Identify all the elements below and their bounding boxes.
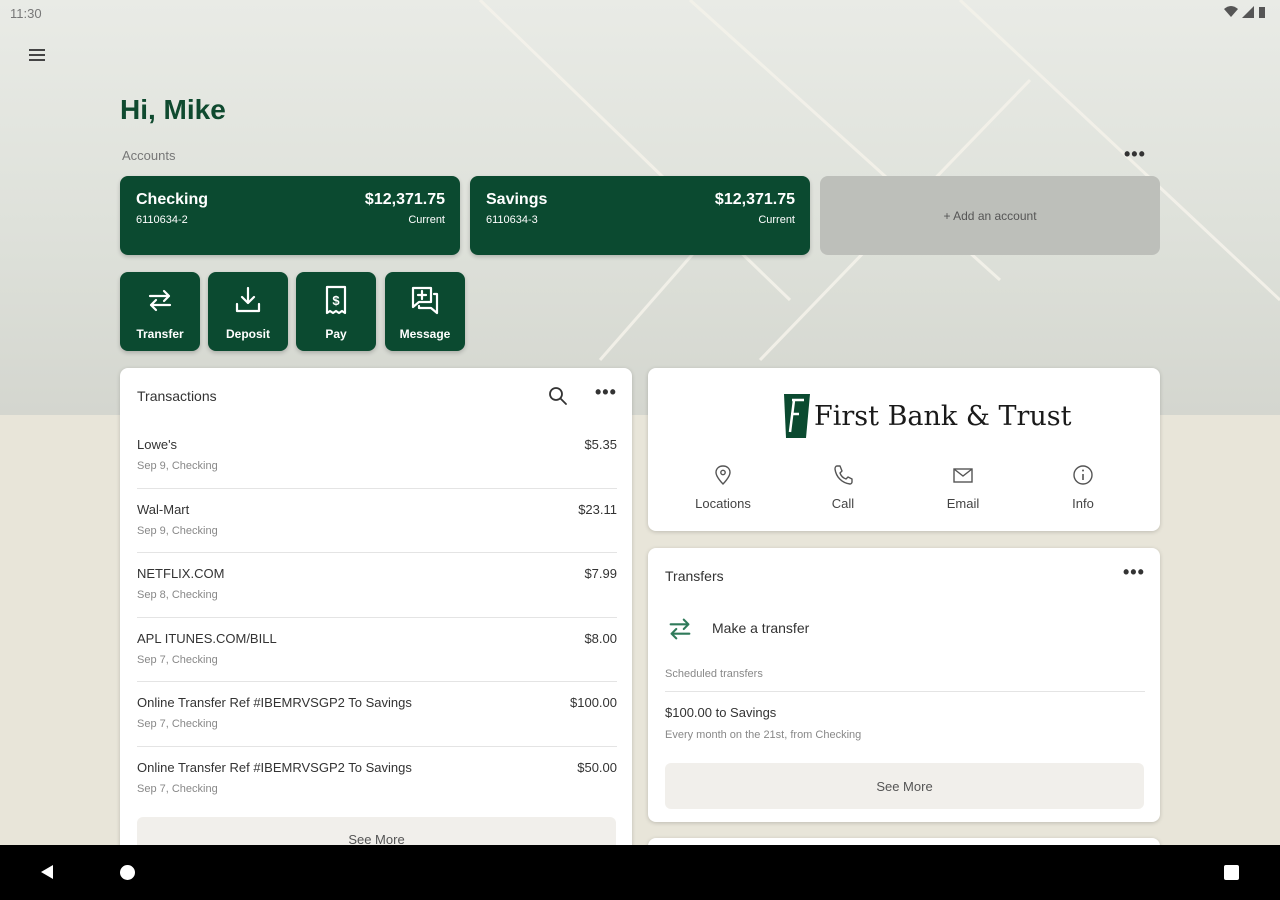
account-balance: $12,371.75 <box>364 191 445 208</box>
call-button[interactable]: Call <box>783 464 903 511</box>
transaction-row[interactable]: Online Transfer Ref #IBEMRVSGP2 To Savin… <box>137 747 617 812</box>
transfer-button[interactable]: Transfer <box>120 272 200 351</box>
locations-button[interactable]: Locations <box>663 464 783 511</box>
transactions-list: Lowe's Sep 9, Checking $5.35 Wal-Mart Se… <box>137 424 617 812</box>
account-balance: $12,371.75 <box>714 191 795 208</box>
transaction-meta: Sep 7, Checking <box>137 653 218 666</box>
svg-text:$: $ <box>332 293 340 308</box>
account-card-checking[interactable]: Checking 6110634-2 $12,371.75 Current <box>120 176 460 255</box>
email-button[interactable]: Email <box>903 464 1023 511</box>
transaction-amount: $23.11 <box>578 501 617 517</box>
transaction-name: Online Transfer Ref #IBEMRVSGP2 To Savin… <box>137 759 412 775</box>
transaction-meta: Sep 9, Checking <box>137 524 218 537</box>
make-transfer-label: Make a transfer <box>712 620 810 636</box>
message-label: Message <box>399 327 451 341</box>
transaction-meta: Sep 9, Checking <box>137 460 218 472</box>
account-name: Savings <box>486 191 548 208</box>
info-button[interactable]: Info <box>1023 464 1143 511</box>
transaction-name: NETFLIX.COM <box>137 566 225 582</box>
transaction-name: Wal-Mart <box>137 501 190 517</box>
deposit-label: Deposit <box>225 327 270 341</box>
transaction-row[interactable]: Online Transfer Ref #IBEMRVSGP2 To Savin… <box>137 682 617 747</box>
pay-icon: $ <box>325 285 347 315</box>
make-transfer-button[interactable]: Make a transfer <box>665 610 1145 646</box>
transfers-title: Transfers <box>665 568 724 584</box>
transaction-meta: Sep 7, Checking <box>137 718 218 731</box>
account-status: Current <box>758 214 795 226</box>
bank-info-card: First Bank & Trust Locations Call Email <box>648 368 1160 531</box>
transaction-amount: $8.00 <box>584 630 617 646</box>
bank-logo-mark <box>784 394 810 438</box>
wifi-icon <box>1224 6 1238 17</box>
transaction-amount: $5.35 <box>584 437 617 452</box>
back-icon[interactable] <box>38 863 56 881</box>
location-pin-icon <box>715 465 731 485</box>
system-nav-bar <box>0 845 1280 900</box>
email-label: Email <box>946 496 980 511</box>
account-number: 6110634-3 <box>486 214 538 226</box>
pay-label: Pay <box>325 327 347 341</box>
greeting: Hi, Mike <box>120 94 226 125</box>
account-status: Current <box>408 214 445 226</box>
transfers-card: Transfers ••• Make a transfer Scheduled … <box>648 548 1160 822</box>
account-card-savings[interactable]: Savings 6110634-3 $12,371.75 Current <box>470 176 810 255</box>
info-icon <box>1073 465 1093 485</box>
account-name: Checking <box>136 191 209 208</box>
transfers-more-button[interactable]: ••• <box>1123 562 1145 583</box>
scheduled-transfer-title: $100.00 to Savings <box>665 705 777 720</box>
bank-logo: First Bank & Trust <box>784 392 1071 440</box>
transfer-icon <box>148 289 172 312</box>
call-label: Call <box>831 496 855 511</box>
transaction-meta: Sep 8, Checking <box>137 589 218 602</box>
accounts-more-button[interactable]: ••• <box>1124 144 1146 165</box>
add-account-button[interactable]: + Add an account <box>820 176 1160 255</box>
status-icons <box>1224 6 1266 18</box>
transaction-amount: $100.00 <box>570 695 617 711</box>
search-icon[interactable] <box>548 386 568 406</box>
phone-icon <box>834 465 853 485</box>
locations-label: Locations <box>695 496 751 511</box>
scheduled-transfer-subtitle: Every month on the 21st, from Checking <box>665 729 862 741</box>
transaction-name: Lowe's <box>137 437 178 452</box>
accounts-label: Accounts <box>122 148 176 163</box>
divider <box>665 691 1145 692</box>
deposit-icon <box>235 286 261 313</box>
battery-icon <box>1259 7 1265 18</box>
transaction-row[interactable]: NETFLIX.COM Sep 8, Checking $7.99 <box>137 553 617 618</box>
transaction-meta: Sep 7, Checking <box>137 782 218 795</box>
menu-icon-line <box>29 54 45 56</box>
scheduled-transfer-item[interactable]: $100.00 to Savings Every month on the 21… <box>665 703 1145 745</box>
transactions-card: Transactions ••• Lowe's Sep 9, Checking … <box>120 368 632 858</box>
message-button[interactable]: Message <box>385 272 465 351</box>
transaction-amount: $50.00 <box>577 759 617 775</box>
transfer-icon <box>669 618 691 640</box>
menu-button[interactable] <box>26 46 48 68</box>
scheduled-transfers-label: Scheduled transfers <box>665 668 763 680</box>
transaction-name: Online Transfer Ref #IBEMRVSGP2 To Savin… <box>137 695 412 711</box>
bank-actions: Locations Call Email Info <box>663 464 1143 511</box>
menu-icon-line <box>29 59 45 61</box>
transaction-row[interactable]: Wal-Mart Sep 9, Checking $23.11 <box>137 489 617 554</box>
transfer-label: Transfer <box>136 327 184 341</box>
transaction-row[interactable]: Lowe's Sep 9, Checking $5.35 <box>137 424 617 489</box>
transfers-see-more-button[interactable]: See More <box>665 763 1144 809</box>
info-label: Info <box>1072 496 1094 511</box>
transactions-more-button[interactable]: ••• <box>595 382 617 403</box>
account-number: 6110634-2 <box>136 214 188 226</box>
status-bar: 11:30 <box>0 0 1280 26</box>
transaction-name: APL ITUNES.COM/BILL <box>137 630 277 646</box>
deposit-button[interactable]: Deposit <box>208 272 288 351</box>
bank-name: First Bank & Trust <box>814 400 1072 432</box>
status-time: 11:30 <box>10 6 42 21</box>
transaction-row[interactable]: APL ITUNES.COM/BILL Sep 7, Checking $8.0… <box>137 618 617 683</box>
recent-apps-icon[interactable] <box>1224 865 1239 880</box>
transaction-amount: $7.99 <box>584 566 617 582</box>
menu-icon-line <box>29 49 45 51</box>
home-icon[interactable] <box>120 865 135 880</box>
signal-icon <box>1242 6 1254 18</box>
message-icon <box>411 286 439 315</box>
email-icon <box>953 468 973 483</box>
pay-button[interactable]: $ Pay <box>296 272 376 351</box>
transactions-title: Transactions <box>137 388 217 404</box>
